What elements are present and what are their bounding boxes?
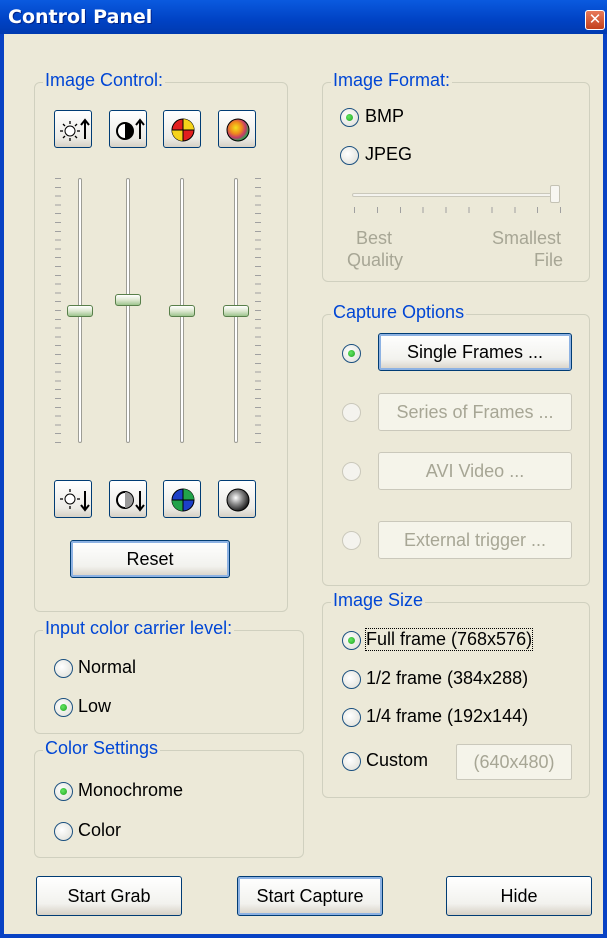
saturation-slider-thumb[interactable] xyxy=(223,304,249,317)
smallest-file-label-2: File xyxy=(534,250,564,270)
monochrome-label: Monochrome xyxy=(78,780,184,800)
color-radio[interactable] xyxy=(54,822,73,841)
avi-video-button[interactable]: AVI Video ... xyxy=(378,452,572,490)
saturation-down-icon xyxy=(226,488,250,512)
image-control-group: Image Control: xyxy=(34,70,288,612)
jpeg-label: JPEG xyxy=(365,144,413,164)
quality-slider-ticks xyxy=(354,207,562,213)
best-quality-label-1: Best xyxy=(356,228,393,248)
brightness-slider-ticks xyxy=(55,178,61,443)
hide-button[interactable]: Hide xyxy=(446,876,592,916)
bmp-radio[interactable] xyxy=(340,108,359,127)
hue-icon xyxy=(171,118,195,142)
contrast-slider-track[interactable] xyxy=(126,178,130,443)
hue-button[interactable] xyxy=(163,110,201,148)
custom-size-field[interactable]: (640x480) xyxy=(456,744,572,780)
color-settings-group: Color Settings xyxy=(34,738,304,858)
jpeg-radio[interactable] xyxy=(340,146,359,165)
external-trigger-radio[interactable] xyxy=(342,531,361,550)
saturation-icon xyxy=(226,118,250,142)
color-settings-legend: Color Settings xyxy=(43,738,161,759)
single-frames-radio[interactable] xyxy=(342,344,361,363)
half-frame-label: 1/2 frame (384x288) xyxy=(366,668,529,688)
input-color-carrier-legend: Input color carrier level: xyxy=(43,618,235,639)
quarter-frame-label: 1/4 frame (192x144) xyxy=(366,706,529,726)
contrast-down-icon xyxy=(116,491,145,512)
series-of-frames-button[interactable]: Series of Frames ... xyxy=(378,393,572,431)
low-label: Low xyxy=(78,696,112,716)
bmp-label: BMP xyxy=(365,106,405,126)
smallest-file-label-1: Smallest xyxy=(492,228,562,248)
image-size-legend: Image Size xyxy=(331,590,426,611)
title-bar: Control Panel ✕ xyxy=(0,0,607,34)
window-title: Control Panel xyxy=(8,6,153,28)
close-icon[interactable]: ✕ xyxy=(585,10,605,30)
reset-button[interactable]: Reset xyxy=(70,540,230,578)
normal-label: Normal xyxy=(78,657,137,677)
saturation-button[interactable] xyxy=(218,110,256,148)
custom-radio[interactable] xyxy=(342,752,361,771)
contrast-down-button[interactable] xyxy=(109,480,147,518)
saturation-down-button[interactable] xyxy=(218,480,256,518)
brightness-slider-thumb[interactable] xyxy=(67,304,93,317)
best-quality-label-2: Quality xyxy=(347,250,404,270)
input-color-carrier-group: Input color carrier level: xyxy=(34,618,304,734)
contrast-up-button[interactable] xyxy=(109,110,147,148)
start-grab-button[interactable]: Start Grab xyxy=(36,876,182,916)
full-frame-radio[interactable] xyxy=(342,631,361,650)
brightness-up-button[interactable] xyxy=(54,110,92,148)
brightness-down-icon xyxy=(60,489,90,512)
image-format-legend: Image Format: xyxy=(331,70,453,91)
contrast-slider-thumb[interactable] xyxy=(115,293,141,306)
custom-label: Custom xyxy=(366,750,429,770)
image-control-legend: Image Control: xyxy=(43,70,166,91)
color-label: Color xyxy=(78,820,122,840)
single-frames-button[interactable]: Single Frames ... xyxy=(378,333,572,371)
normal-radio[interactable] xyxy=(54,659,73,678)
hue-reset-icon xyxy=(171,488,195,512)
quarter-frame-radio[interactable] xyxy=(342,708,361,727)
external-trigger-button[interactable]: External trigger ... xyxy=(378,521,572,559)
hue-reset-button[interactable] xyxy=(163,480,201,518)
low-radio[interactable] xyxy=(54,698,73,717)
full-frame-label: Full frame (768x576) xyxy=(364,628,534,651)
saturation-slider-ticks xyxy=(255,178,261,443)
monochrome-radio[interactable] xyxy=(54,782,73,801)
capture-options-legend: Capture Options xyxy=(331,302,467,323)
half-frame-radio[interactable] xyxy=(342,670,361,689)
series-of-frames-radio[interactable] xyxy=(342,403,361,422)
avi-video-radio[interactable] xyxy=(342,462,361,481)
hue-slider-thumb[interactable] xyxy=(169,304,195,317)
brightness-down-button[interactable] xyxy=(54,480,92,518)
quality-slider-thumb xyxy=(550,185,560,203)
quality-slider-track xyxy=(352,193,560,197)
contrast-up-icon xyxy=(116,118,145,140)
brightness-up-icon xyxy=(60,118,90,141)
start-capture-button[interactable]: Start Capture xyxy=(237,876,383,916)
